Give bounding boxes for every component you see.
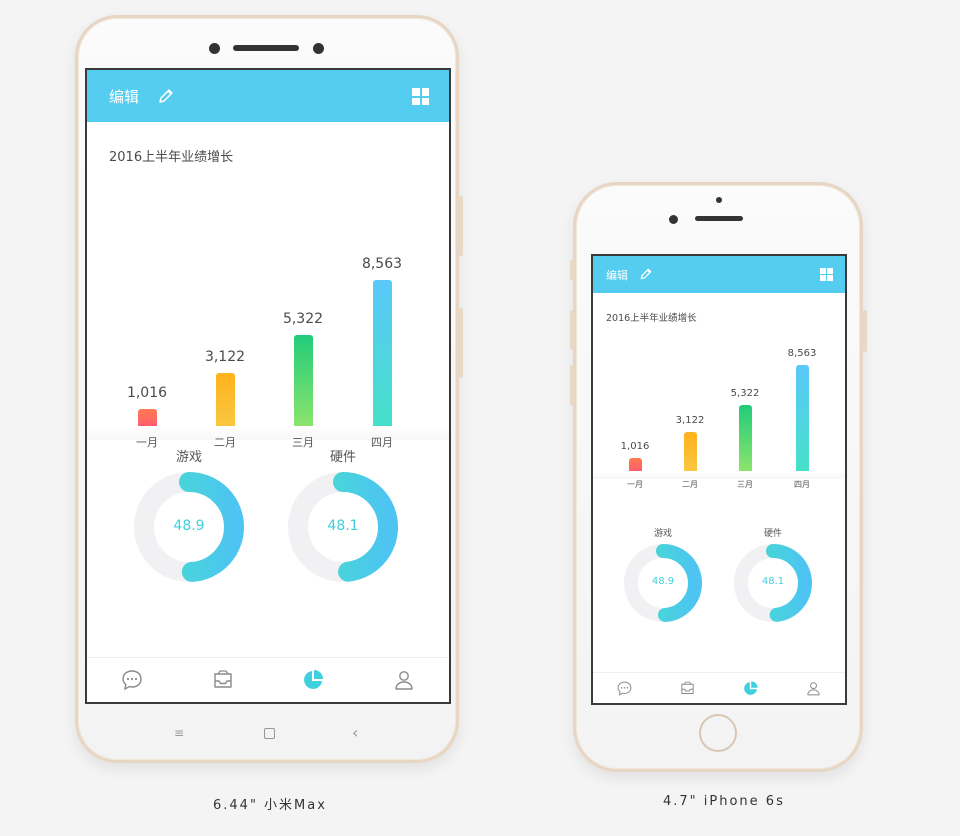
donut-title: 游戏 bbox=[175, 450, 202, 465]
app-header: 编辑 bbox=[87, 70, 449, 122]
tab-pie-chart[interactable] bbox=[719, 673, 782, 703]
category-label: 三月 bbox=[737, 480, 753, 489]
inbox-icon bbox=[211, 668, 235, 692]
chart-bar bbox=[738, 405, 752, 471]
tab-bar bbox=[593, 672, 845, 703]
volume-button bbox=[570, 310, 574, 350]
volume-button bbox=[570, 260, 574, 280]
pie-chart-icon bbox=[301, 668, 325, 692]
bar-value-label: 8,563 bbox=[361, 256, 403, 272]
home-button[interactable] bbox=[699, 714, 737, 752]
grid-menu-icon[interactable] bbox=[412, 88, 429, 105]
inbox-icon bbox=[679, 680, 696, 697]
chart-baseline bbox=[593, 471, 845, 479]
tab-pie-chart[interactable] bbox=[268, 658, 359, 702]
front-camera bbox=[209, 43, 220, 54]
chart-title: 2016上半年业绩增长 bbox=[606, 313, 697, 324]
device-iphone-6s: 编辑 2016上半年业绩增长 1,016 一月 3,122 二月 5,322 三月 8,56… bbox=[570, 182, 867, 772]
header-title[interactable]: 编辑 bbox=[606, 267, 628, 283]
top-sensor bbox=[716, 197, 722, 203]
donut-value: 48.1 bbox=[327, 518, 359, 534]
donut-chart-games: 游戏 48.9 bbox=[129, 446, 249, 596]
category-label: 四月 bbox=[794, 480, 810, 489]
chart-bar bbox=[137, 409, 157, 426]
tab-inbox[interactable] bbox=[656, 673, 719, 703]
chart-bar bbox=[372, 280, 392, 426]
back-key[interactable]: ‹ bbox=[352, 723, 358, 742]
device-mi-max: 编辑 2016上半年业绩增长 1,016 一月 3,122 二月 5,322 三月 8,56… bbox=[75, 15, 463, 763]
donut-chart-games: 游戏 48.9 bbox=[623, 526, 703, 636]
chart-bar bbox=[683, 432, 697, 471]
chart-bar bbox=[293, 335, 313, 426]
bar-value-label: 1,016 bbox=[620, 441, 650, 452]
earpiece bbox=[695, 216, 743, 221]
bar-chart: 1,016 一月 3,122 二月 5,322 三月 8,563 四月 bbox=[593, 346, 845, 494]
screen: 编辑 2016上半年业绩增长 1,016 一月 3,122 二月 5,322 三月 8,56… bbox=[85, 68, 451, 704]
donut-value: 48.9 bbox=[173, 518, 205, 534]
bar-value-label: 5,322 bbox=[282, 311, 324, 327]
message-icon bbox=[616, 680, 633, 697]
user-icon bbox=[805, 680, 822, 697]
bar-value-label: 1,016 bbox=[126, 385, 168, 401]
category-label: 一月 bbox=[627, 480, 643, 489]
caption-mi-max: 6.44" 小米Max bbox=[213, 798, 327, 813]
donut-title: 游戏 bbox=[653, 529, 672, 539]
message-icon bbox=[120, 668, 144, 692]
chart-title: 2016上半年业绩增长 bbox=[109, 150, 234, 165]
donut-value: 48.9 bbox=[651, 576, 675, 587]
donut-value: 48.1 bbox=[761, 576, 785, 587]
side-button bbox=[459, 196, 463, 256]
edit-pencil-icon[interactable] bbox=[639, 267, 653, 281]
chart-bar bbox=[628, 458, 642, 471]
chart-bar bbox=[795, 365, 809, 471]
header-title[interactable]: 编辑 bbox=[109, 86, 139, 107]
tab-user[interactable] bbox=[782, 673, 845, 703]
donut-title: 硬件 bbox=[763, 529, 782, 539]
caption-iphone-6s: 4.7" iPhone 6s bbox=[663, 794, 785, 809]
side-button bbox=[459, 308, 463, 378]
edit-pencil-icon[interactable] bbox=[157, 87, 175, 105]
tab-user[interactable] bbox=[359, 658, 450, 702]
bar-value-label: 3,122 bbox=[204, 349, 246, 365]
screen: 编辑 2016上半年业绩增长 1,016 一月 3,122 二月 5,322 三月 8,56… bbox=[591, 254, 847, 705]
front-camera bbox=[669, 215, 678, 224]
menu-key[interactable]: ≡ bbox=[174, 726, 184, 740]
donut-title: 硬件 bbox=[329, 450, 356, 465]
tab-message[interactable] bbox=[593, 673, 656, 703]
bar-value-label: 3,122 bbox=[675, 415, 705, 426]
volume-button bbox=[570, 365, 574, 405]
tab-bar bbox=[87, 657, 449, 702]
donut-chart-hardware: 硬件 48.1 bbox=[733, 526, 813, 636]
user-icon bbox=[392, 668, 416, 692]
home-key[interactable] bbox=[264, 728, 275, 739]
sensor bbox=[313, 43, 324, 54]
app-header: 编辑 bbox=[593, 256, 845, 293]
power-button bbox=[863, 310, 867, 352]
tab-message[interactable] bbox=[87, 658, 178, 702]
bar-value-label: 5,322 bbox=[730, 388, 760, 399]
bar-chart: 1,016 一月 3,122 二月 5,322 三月 8,563 四月 bbox=[87, 190, 449, 449]
grid-menu-icon[interactable] bbox=[820, 268, 833, 281]
bar-value-label: 8,563 bbox=[787, 348, 817, 359]
category-label: 二月 bbox=[682, 480, 698, 489]
tab-inbox[interactable] bbox=[178, 658, 269, 702]
donut-chart-hardware: 硬件 48.1 bbox=[283, 446, 403, 596]
pie-chart-icon bbox=[742, 680, 759, 697]
earpiece bbox=[233, 45, 299, 51]
chart-bar bbox=[215, 373, 235, 426]
